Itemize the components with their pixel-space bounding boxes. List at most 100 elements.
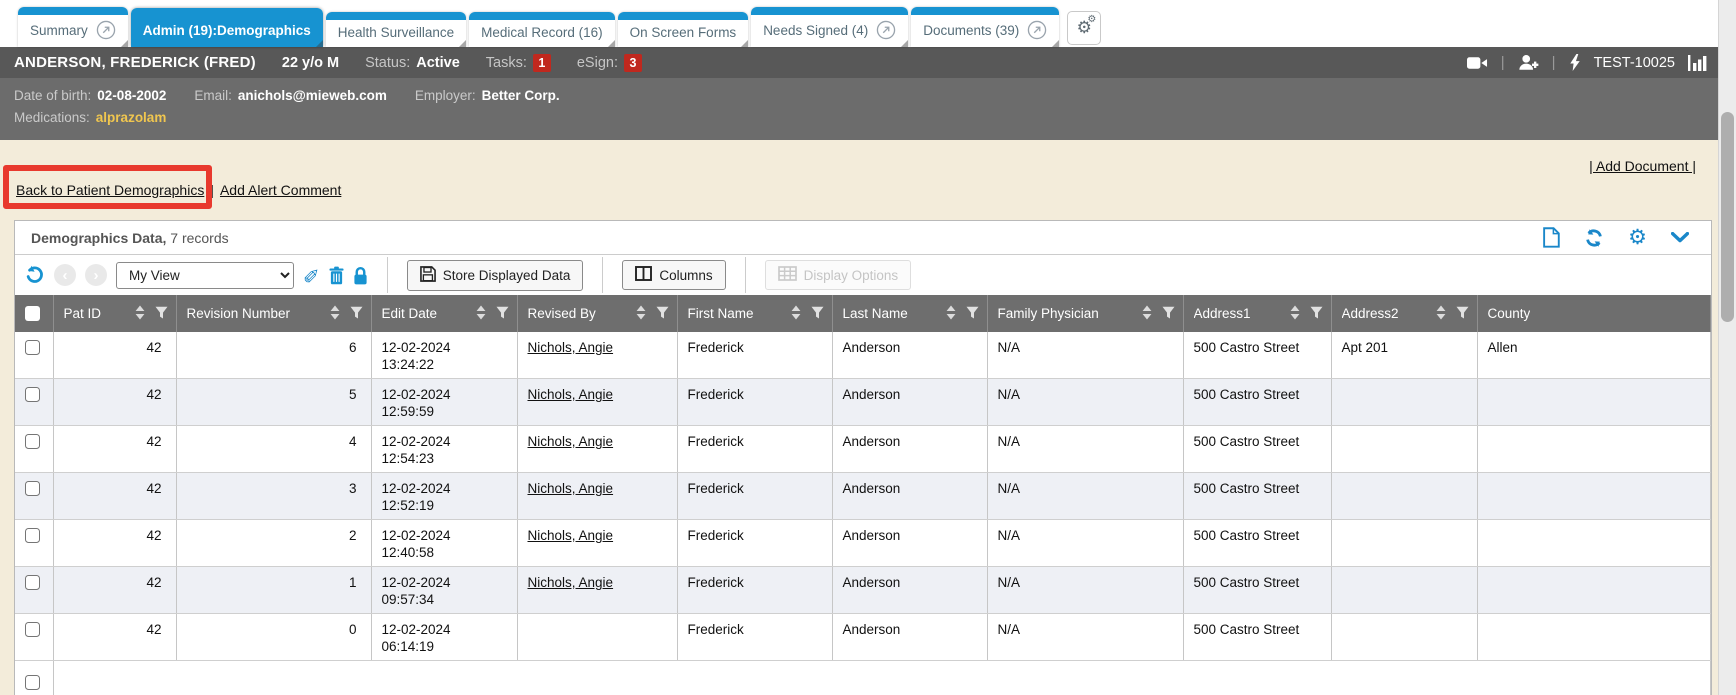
- filter-icon[interactable]: [496, 306, 509, 322]
- view-select[interactable]: My View: [116, 262, 294, 289]
- tab-health-surveillance[interactable]: Health Surveillance: [326, 12, 466, 47]
- filter-icon[interactable]: [155, 306, 168, 322]
- cell-last_name: Anderson: [832, 567, 987, 614]
- tab-accent-bar: [751, 7, 908, 15]
- tab-on-screen-forms[interactable]: On Screen Forms: [618, 12, 749, 47]
- store-displayed-data-label: Store Displayed Data: [443, 268, 571, 283]
- column-header-first_name[interactable]: First Name: [677, 295, 832, 332]
- content-area: | Add Document | Back to Patient Demogra…: [0, 140, 1736, 695]
- filter-icon[interactable]: [656, 306, 669, 322]
- add-person-icon[interactable]: [1518, 54, 1539, 71]
- cell-pat_id: 42: [53, 614, 176, 661]
- column-header-pat_id[interactable]: Pat ID: [53, 295, 176, 332]
- sort-icon[interactable]: [946, 305, 956, 323]
- tab-settings-button[interactable]: ⚙⚙: [1067, 11, 1101, 45]
- sort-icon[interactable]: [791, 305, 801, 323]
- tab-needs-signed[interactable]: Needs Signed (4): [751, 7, 908, 47]
- cell-county: Allen: [1477, 332, 1711, 379]
- new-document-icon[interactable]: [1543, 227, 1560, 248]
- tab-documents[interactable]: Documents (39): [911, 7, 1059, 47]
- popout-icon[interactable]: [96, 20, 116, 40]
- tab-summary[interactable]: Summary: [18, 7, 128, 47]
- tasks-badge[interactable]: 1: [533, 54, 551, 72]
- collapse-chevron-icon[interactable]: [1671, 232, 1689, 243]
- cell-revision_number: 1: [176, 567, 371, 614]
- popout-icon[interactable]: [1027, 20, 1047, 40]
- sort-icon[interactable]: [476, 305, 486, 323]
- column-header-family_physician[interactable]: Family Physician: [987, 295, 1183, 332]
- settings-gear-icon[interactable]: ⚙: [1628, 227, 1647, 248]
- filter-icon[interactable]: [811, 306, 824, 322]
- gear-icon: ⚙: [1087, 15, 1096, 25]
- cell-last_name: Anderson: [832, 426, 987, 473]
- column-header-county[interactable]: County: [1477, 295, 1711, 332]
- sort-icon[interactable]: [1290, 305, 1300, 323]
- column-header-address2[interactable]: Address2: [1331, 295, 1477, 332]
- column-header-address1[interactable]: Address1: [1183, 295, 1331, 332]
- row-checkbox[interactable]: [25, 528, 40, 543]
- column-header-last_name[interactable]: Last Name: [832, 295, 987, 332]
- revised-by-link[interactable]: Nichols, Angie: [528, 575, 614, 590]
- tab-medical-record[interactable]: Medical Record (16): [469, 12, 615, 47]
- column-label: Address1: [1194, 306, 1251, 321]
- select-all-checkbox[interactable]: [25, 306, 40, 321]
- cell-family_physician: N/A: [987, 473, 1183, 520]
- row-checkbox[interactable]: [25, 434, 40, 449]
- revised-by-link[interactable]: Nichols, Angie: [528, 387, 614, 402]
- next-view-button[interactable]: ›: [85, 264, 107, 286]
- vertical-scrollbar[interactable]: [1718, 0, 1736, 695]
- revised-by-link[interactable]: Nichols, Angie: [528, 340, 614, 355]
- sort-icon[interactable]: [636, 305, 646, 323]
- columns-label: Columns: [659, 268, 712, 283]
- record-count: 7 records: [170, 230, 228, 246]
- lock-view-icon[interactable]: [353, 266, 368, 285]
- reset-view-icon[interactable]: [25, 265, 45, 285]
- refresh-icon[interactable]: [1584, 228, 1604, 248]
- filter-icon[interactable]: [966, 306, 979, 322]
- columns-button[interactable]: Columns: [622, 260, 725, 290]
- tab-label: Documents (39): [923, 23, 1019, 38]
- tab-label: Admin (19):Demographics: [143, 23, 311, 38]
- revised-by-link[interactable]: Nichols, Angie: [528, 481, 614, 496]
- bar-chart-icon[interactable]: [1688, 55, 1708, 71]
- filter-icon[interactable]: [1310, 306, 1323, 322]
- column-header-revised_by[interactable]: Revised By: [517, 295, 677, 332]
- row-checkbox[interactable]: [25, 622, 40, 637]
- video-camera-icon[interactable]: [1467, 56, 1488, 70]
- popout-icon[interactable]: [876, 20, 896, 40]
- table-row: 42112-02-202409:57:34Nichols, AngieFrede…: [15, 567, 1711, 614]
- filter-icon[interactable]: [350, 306, 363, 322]
- previous-view-button[interactable]: ‹: [54, 264, 76, 286]
- revised-by-link[interactable]: Nichols, Angie: [528, 528, 614, 543]
- esign-badge[interactable]: 3: [624, 54, 642, 72]
- row-checkbox[interactable]: [25, 575, 40, 590]
- empty-cell: [53, 661, 1711, 695]
- lightning-icon[interactable]: [1569, 54, 1581, 71]
- revised-by-link[interactable]: Nichols, Angie: [528, 434, 614, 449]
- filter-icon[interactable]: [1162, 306, 1175, 322]
- column-header-edit_date[interactable]: Edit Date: [371, 295, 517, 332]
- medications-value[interactable]: alprazolam: [96, 107, 167, 129]
- row-checkbox[interactable]: [25, 387, 40, 402]
- row-checkbox[interactable]: [25, 481, 40, 496]
- add-document-row: | Add Document |: [0, 140, 1736, 174]
- add-document-link[interactable]: | Add Document |: [1589, 158, 1696, 174]
- patient-esign: eSign: 3: [577, 54, 642, 72]
- filter-icon[interactable]: [1456, 306, 1469, 322]
- row-checkbox[interactable]: [25, 675, 40, 690]
- back-to-patient-demographics-link[interactable]: Back to Patient Demographics: [16, 182, 204, 198]
- tab-admin-demographics[interactable]: Admin (19):Demographics: [131, 8, 323, 47]
- sort-icon[interactable]: [330, 305, 340, 323]
- sort-icon[interactable]: [1142, 305, 1152, 323]
- sort-icon[interactable]: [135, 305, 145, 323]
- chart-tab-bar: Summary Admin (19):Demographics Health Sur…: [0, 0, 1736, 47]
- scrollbar-thumb[interactable]: [1721, 112, 1734, 322]
- column-header-revision_number[interactable]: Revision Number: [176, 295, 371, 332]
- tasks-label: Tasks:: [486, 55, 527, 71]
- delete-view-icon[interactable]: [329, 266, 344, 285]
- edit-view-icon[interactable]: ✎: [303, 263, 320, 287]
- sort-icon[interactable]: [1436, 305, 1446, 323]
- add-alert-comment-link[interactable]: Add Alert Comment: [220, 182, 341, 198]
- row-checkbox[interactable]: [25, 340, 40, 355]
- store-displayed-data-button[interactable]: Store Displayed Data: [407, 260, 584, 291]
